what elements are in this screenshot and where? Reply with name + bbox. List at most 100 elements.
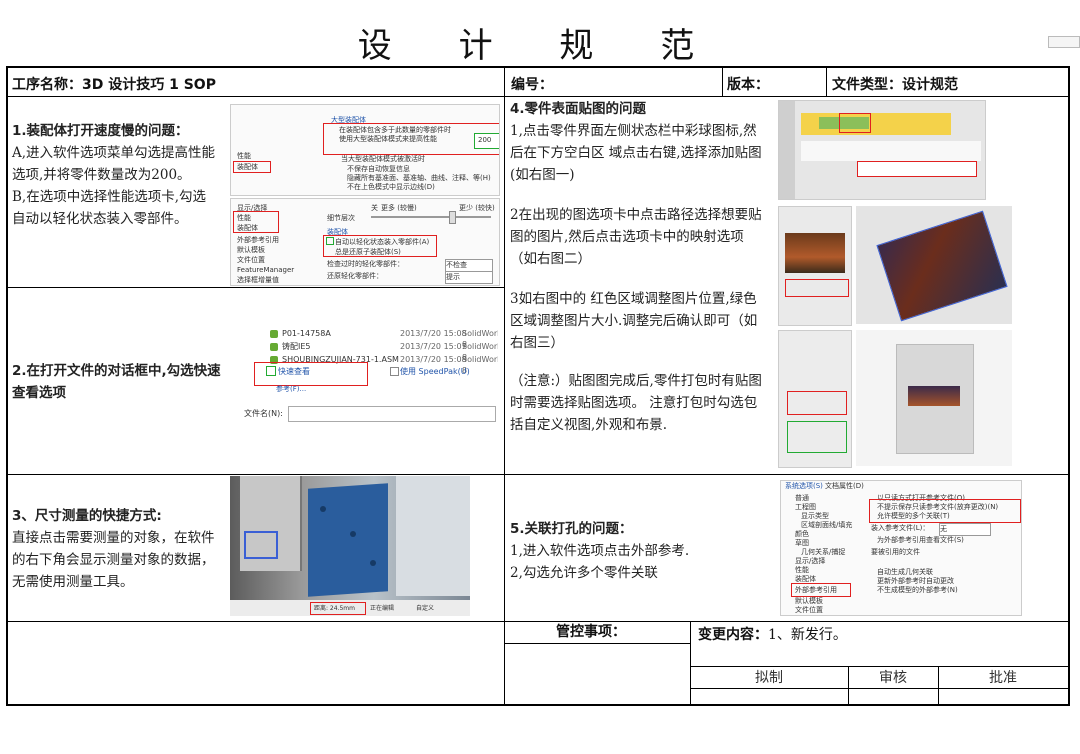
detail-slider-track xyxy=(371,216,491,218)
decal-preview xyxy=(785,233,845,273)
highlight-box xyxy=(233,161,271,173)
filename-label: 文件名(N): xyxy=(244,409,283,418)
checkbox-highlight xyxy=(326,237,334,245)
row-divider xyxy=(690,688,1068,689)
assembly-settings-screenshot: 显示/选择 性能 装配体 外部参考引用 默认模板 文件位置 FeatureMan… xyxy=(230,198,500,286)
row-divider xyxy=(8,287,504,288)
decal-surface xyxy=(876,210,1008,322)
section4-heading: 4.零件表面贴图的问题 xyxy=(510,101,647,117)
row-divider xyxy=(8,474,1068,475)
hole-mark xyxy=(370,560,376,566)
panel-area xyxy=(801,141,981,161)
highlight-box xyxy=(787,391,847,415)
highlight-box xyxy=(323,235,437,257)
section1-text: 1.装配体打开速度慢的问题： A,进入软件选项菜单勾选提高性能选项,并将零件数量… xyxy=(12,120,217,230)
placed-decal xyxy=(908,386,960,406)
highlight-box xyxy=(310,602,366,615)
section4-text: 4.零件表面贴图的问题 1,点击零件界面左侧状态栏中彩球图标,然后在下方空白区 … xyxy=(510,98,762,186)
file-date: 2013/7/20 15:07 xyxy=(400,342,467,351)
options-tab: 文档属性(D) xyxy=(825,482,864,490)
highlight-box xyxy=(839,113,871,133)
control-items-label: 管控事项： xyxy=(502,621,688,641)
shot-option: 装入参考文件(L)： xyxy=(871,524,930,532)
assembly-icon xyxy=(270,343,278,351)
col-divider xyxy=(690,621,691,706)
shot-menu-item: 选择框增量值 xyxy=(237,276,279,284)
section2-heading: 2.在打开文件的对话框中,勾选快速查看选项 xyxy=(12,363,221,401)
highlight-box xyxy=(857,161,977,177)
section1-para-a: A,进入软件选项菜单勾选提高性能选项,并将零件数量改为200。 xyxy=(12,145,216,183)
filename-field xyxy=(288,406,496,422)
shot-option: 还原轻化零部件： xyxy=(327,272,383,280)
measure-model-screenshot: 距离: 24.5mm 正在编辑 自定义 xyxy=(230,476,470,616)
shot-option: 为外部参考引用查看文件(S) xyxy=(877,536,964,544)
selected-edge xyxy=(244,531,278,559)
options-tab: 系统选项(S) xyxy=(785,482,823,490)
section5-text: 5.关联打孔的问题： 1,进入软件选项点击外部参考. 2,勾选允许多个零件关联 xyxy=(510,518,762,584)
shot-option: 不生成模型的外部参考(N) xyxy=(877,586,958,594)
shot-option: 不在上色模式中显示边线(D) xyxy=(347,183,435,191)
file-type: 文件类型：设计规范 xyxy=(832,77,958,93)
slider-label: 关 xyxy=(371,204,378,212)
row-divider xyxy=(504,643,690,644)
decal-result-view xyxy=(856,330,1012,466)
section5-heading: 5.关联打孔的问题： xyxy=(510,521,633,537)
col-divider xyxy=(722,68,723,96)
shot-option: 检查过时的轻化零部件： xyxy=(327,260,404,268)
file-name: P01-14758A xyxy=(282,329,331,338)
file-date: 2013/7/20 15:08 xyxy=(400,329,467,338)
highlight-box xyxy=(791,583,851,597)
checkbox-highlight xyxy=(266,366,276,376)
decal-mapping-panel-screenshot xyxy=(778,330,852,468)
open-file-dialog-screenshot: P01-14758A 2013/7/20 15:08 SolidWorks 8 … xyxy=(230,322,498,428)
section4-step3: 3如右图中的 红色区域调整图片位置,绿色区域调整图片大小.调整完后确认即可（如右… xyxy=(510,291,758,351)
col-divider xyxy=(826,68,827,96)
file-name: 铸配IE5 xyxy=(282,342,311,351)
highlight-box xyxy=(233,211,279,233)
review-label: 审核 xyxy=(879,670,907,686)
change-content: 变更内容：1、新发行。 xyxy=(698,624,847,644)
row-divider xyxy=(8,96,1068,97)
section1-heading: 1.装配体打开速度慢的问题： xyxy=(12,123,189,139)
section4-step2: 2在出现的图选项卡中点击路径选择想要贴图的图片,然后点击选项卡中的映射选项（如右… xyxy=(510,207,762,267)
status-item: 自定义 xyxy=(416,605,435,612)
section3-text: 3、尺寸测量的快捷方式: 直接点击需要测量的对象，在软件的右下角会显示测量对象的… xyxy=(12,505,224,593)
section5-step1: 1,进入软件选项点击外部参考. xyxy=(510,543,690,559)
decal-image-panel-screenshot xyxy=(778,206,852,326)
performance-settings-screenshot: 性能 装配体 大型装配体 在装配体包含多于此数量的零部件时 使用大型装配体模式来… xyxy=(230,104,500,196)
highlight-box xyxy=(869,499,1021,523)
model-plate xyxy=(308,483,388,597)
reference-link: 参考(F)... xyxy=(276,385,307,393)
col-divider xyxy=(504,68,505,706)
file-date: 2013/7/20 15:08 xyxy=(400,355,467,364)
highlight-box xyxy=(785,279,849,297)
process-name: 工序名称：3D 设计技巧 1 SOP xyxy=(12,77,216,93)
draft-label: 拟制 xyxy=(755,670,783,686)
detail-slider-thumb xyxy=(449,211,456,224)
model-part xyxy=(396,476,470,596)
hole-mark xyxy=(350,531,356,537)
slider-label: 更多 (较慢) xyxy=(381,204,417,212)
shot-menu-item: 文件位置 xyxy=(795,606,823,614)
control-items-label-text: 管控事项： xyxy=(556,624,626,640)
slider-label: 更少 (较快) xyxy=(459,204,495,212)
number-label: 编号： xyxy=(511,77,553,93)
quick-view-option: 快速查看 xyxy=(278,367,310,376)
document-title: 设 计 规 范 xyxy=(357,26,723,66)
assembly-icon xyxy=(270,330,278,338)
speedpak-checkbox xyxy=(390,367,399,376)
shot-option: 要被引用的文件 xyxy=(871,548,920,556)
shot-dropdown: 提示 xyxy=(445,271,493,284)
left-panel xyxy=(779,101,795,199)
section4-step1: 1,点击零件界面左侧状态栏中彩球图标,然后在下方空白区 域点击右键,选择添加贴图… xyxy=(510,123,762,183)
approve-label: 批准 xyxy=(989,670,1017,686)
decal-model-view xyxy=(856,206,1012,324)
speedpak-option: 使用 SpeedPak(U) xyxy=(400,367,470,376)
section4-note: （注意:）贴图图完成后,零件打包时有贴图时需要选择贴图选项。 注意打包时勾选包括… xyxy=(510,373,762,433)
hole-mark xyxy=(320,506,326,512)
section5-step2: 2,勾选允许多个零件关联 xyxy=(510,565,658,581)
section3-body: 直接点击需要测量的对象，在软件的右下角会显示测量对象的数据，无需使用测量工具。 xyxy=(12,530,215,590)
section1-para-b: B,在选项中选择性能选项卡,勾选自动以轻化状态装入零部件。 xyxy=(12,189,207,227)
section3-heading: 3、尺寸测量的快捷方式: xyxy=(12,508,162,524)
external-reference-screenshot: 系统选项(S) 文档属性(D) 普通 工程图 显示类型 区域剖面线/填充 颜色 … xyxy=(780,480,1022,616)
